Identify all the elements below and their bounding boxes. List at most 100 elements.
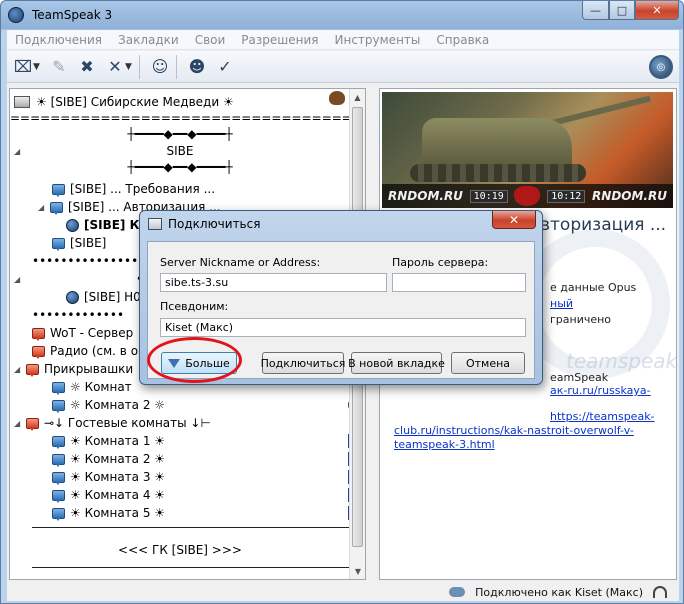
banner-tank-body	[422, 118, 572, 168]
tree-room-sub1[interactable]: ☼ Комнат	[52, 378, 132, 396]
tree-room-3[interactable]: ☀ Комната 3 ☀ 3	[52, 468, 362, 486]
expand-icon[interactable]: ◢	[14, 365, 24, 374]
mute-speakers-icon[interactable]: ✕	[103, 55, 127, 79]
expand-icon[interactable]: ◢	[38, 203, 48, 212]
server-password-input[interactable]	[392, 273, 526, 292]
channel-icon	[32, 345, 45, 359]
address-input[interactable]	[160, 273, 387, 292]
whisper-icon[interactable]: ✓	[213, 55, 237, 79]
tree-channel-prikryv[interactable]: ◢ Прикрывашки	[14, 360, 133, 378]
info-link-1[interactable]: ный	[550, 297, 670, 310]
dialog-window-icon	[148, 218, 162, 230]
menu-connections[interactable]: Подключения	[7, 33, 110, 47]
tree-deco-top[interactable]: ┼━━━━◆━━◆━━━━┼	[10, 127, 350, 141]
tree-separator[interactable]: ========================================…	[10, 111, 350, 125]
info-link-4[interactable]: club.ru/instructions/kak-nastroit-overwo…	[394, 424, 664, 437]
user-label: [SIBE] К	[84, 218, 140, 232]
dots-separator: •••••••••••••••	[32, 254, 139, 268]
tree-dots-row-2[interactable]: •••••••••••••	[32, 306, 124, 324]
tree-user-sibe[interactable]: [SIBE] К	[66, 216, 139, 234]
dialog-body: Server Nickname or Address: Пароль серве…	[147, 241, 535, 379]
channel-label: [SIBE] ... Требования ...	[70, 182, 216, 196]
scroll-down-icon[interactable]: ▼	[350, 563, 365, 579]
status-bar: Подключено как Kiset (Макс)	[7, 583, 679, 601]
info-text-1: е данные Opus	[550, 281, 637, 294]
user-status-icon	[66, 290, 79, 304]
tree-room-1[interactable]: ☀ Комната 1 ☀ 1	[52, 432, 362, 450]
channel-icon	[52, 399, 65, 413]
channel-icon	[32, 327, 45, 341]
close-window-button[interactable]: ✕	[635, 1, 679, 20]
tree-divider-line	[32, 527, 350, 528]
banner-logo-left: RNDOM.RU	[388, 189, 463, 203]
tree-channel-sibe[interactable]: [SIBE]	[52, 234, 106, 252]
menu-permissions[interactable]: Разрешения	[233, 33, 326, 47]
channel-label: ☼ Комната 2 ☼	[70, 398, 166, 412]
channel-icon	[52, 237, 65, 251]
more-button-label: Больше	[185, 356, 230, 370]
tree-room-5[interactable]: ☀ Комната 5 ☀ 5	[52, 504, 362, 522]
menu-help[interactable]: Справка	[428, 33, 497, 47]
toolbar: ⌧ ▼ ✎ ✖ ✕ ▼ ☺ ☻ ✓ ◎	[7, 51, 679, 83]
connection-quality-icon[interactable]	[653, 586, 667, 598]
info-text-2: граничено	[550, 313, 612, 326]
tree-channel-radio[interactable]: Радио (см. в оп	[32, 342, 146, 360]
tree-channel-requirements[interactable]: [SIBE] ... Требования ...	[52, 180, 215, 198]
channel-label: ☀ Комната 3 ☀	[70, 470, 166, 484]
user-status-icon	[66, 218, 79, 232]
server-globe-icon[interactable]: ◎	[649, 55, 673, 79]
info-link-3[interactable]: https://teamspeak-	[550, 410, 670, 423]
tree-room-sub2[interactable]: ☼ Комната 2 ☼ 2	[52, 396, 362, 414]
connect-dialog: Подключиться ✕ Server Nickname or Addres…	[139, 210, 543, 385]
password-label: Пароль сервера:	[392, 256, 489, 269]
watermark-text: teamspeak3	[566, 349, 677, 373]
tree-room-2[interactable]: ☀ Комната 2 ☀ 2	[52, 450, 362, 468]
tree-footer[interactable]: <<< ГК [SIBE] >>>	[10, 543, 350, 557]
connect-new-tab-button[interactable]: В новой вкладке	[348, 352, 445, 374]
connect-button[interactable]: Подключиться	[261, 352, 345, 374]
tree-deco-bottom[interactable]: ┼━━━━◆━━◆━━━━┼	[10, 160, 350, 174]
chevron-down-icon[interactable]: ▼	[125, 62, 135, 72]
tree-sibe-label[interactable]: SIBE	[10, 144, 350, 158]
expand-icon[interactable]: ◢	[14, 419, 24, 428]
connect-icon[interactable]: ⌧	[11, 55, 35, 79]
server-banner[interactable]: RNDOM.RU 10:19 10:12 RNDOM.RU	[382, 92, 673, 208]
tree-dots-mid-row[interactable]: ◢ •	[14, 270, 143, 288]
tree-dots-row[interactable]: •••••••••••••••	[32, 252, 138, 270]
info-link-2[interactable]: ак-ru.ru/russkaya-	[550, 384, 670, 397]
tree-room-4[interactable]: ☀ Комната 4 ☀ 4	[52, 486, 362, 504]
toolbar-divider	[139, 54, 140, 79]
channel-label: Прикрывашки	[44, 362, 134, 376]
away-icon[interactable]: ✎	[47, 55, 71, 79]
cloud-icon[interactable]	[449, 587, 466, 597]
tree-channel-wot[interactable]: WoT - Сервер	[32, 324, 133, 342]
menu-self[interactable]: Свои	[187, 33, 234, 47]
maximize-button[interactable]: □	[609, 1, 635, 20]
tree-server-row[interactable]: ☀ [SIBE] Сибирские Медведи ☀	[14, 93, 234, 111]
channel-label: ☀ Комната 2 ☀	[70, 452, 166, 466]
channel-icon	[26, 417, 39, 431]
channel-icon	[26, 363, 39, 377]
more-button[interactable]: Больше	[161, 352, 237, 374]
dialog-title-bar: Подключиться	[148, 217, 260, 231]
dialog-close-button[interactable]: ✕	[492, 211, 536, 229]
scroll-up-icon[interactable]: ▲	[350, 89, 365, 105]
expand-icon[interactable]: ◢	[14, 275, 24, 284]
tree-guest-rooms[interactable]: ◢ ⊸↓ Гостевые комнаты ↓⊢	[14, 414, 211, 432]
menu-tools[interactable]: Инструменты	[327, 33, 429, 47]
server-icon	[14, 96, 30, 108]
channel-icon	[52, 453, 65, 467]
contacts-icon[interactable]: ☻	[185, 55, 209, 79]
channel-label: ☀ Комната 5 ☀	[70, 506, 166, 520]
minimize-button[interactable]: —	[582, 1, 609, 20]
chat-icon[interactable]: ☺	[148, 55, 172, 79]
cancel-button[interactable]: Отмена	[451, 352, 525, 374]
address-label: Server Nickname or Address:	[160, 256, 321, 269]
info-link-5[interactable]: teamspeak-3.html	[394, 438, 664, 451]
banner-logo-right: RNDOM.RU	[592, 189, 667, 203]
nickname-input[interactable]	[160, 318, 526, 337]
menu-bookmarks[interactable]: Закладки	[110, 33, 187, 47]
channel-icon	[52, 471, 65, 485]
chevron-down-icon[interactable]: ▼	[33, 62, 43, 72]
mute-microphone-icon[interactable]: ✖	[75, 55, 99, 79]
